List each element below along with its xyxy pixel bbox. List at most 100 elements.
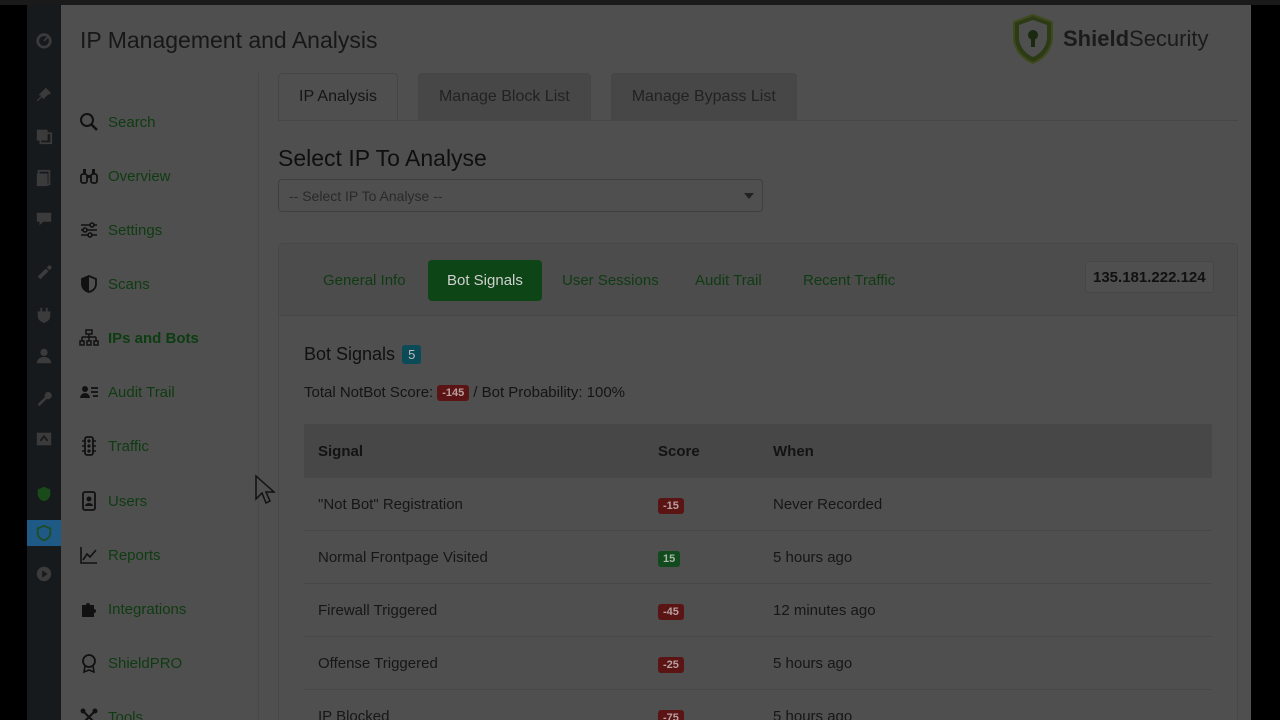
appearance-icon[interactable] xyxy=(27,260,61,286)
table-header-row: Signal Score When xyxy=(304,424,1212,478)
tab-manage-bypass-list[interactable]: Manage Bypass List xyxy=(610,73,797,120)
bot-signals-heading: Bot Signals 5 xyxy=(304,344,422,365)
play-icon[interactable] xyxy=(27,561,61,587)
chevron-down-icon xyxy=(744,193,754,199)
diagram-icon xyxy=(79,329,99,346)
total-score-badge: -145 xyxy=(437,384,470,401)
signal-cell: Normal Frontpage Visited xyxy=(318,548,488,566)
when-cell: 5 hours ago xyxy=(773,654,853,672)
ip-address-badge: 135.181.222.124 xyxy=(1085,261,1214,293)
bot-probability-text: / Bot Probability: 100% xyxy=(473,384,626,401)
shield-half-icon xyxy=(81,275,97,293)
sidebar-item-label: Scans xyxy=(108,275,150,293)
sidebar-item-shieldpro[interactable]: ShieldPRO xyxy=(79,648,182,678)
page-title: IP Management and Analysis xyxy=(80,27,378,53)
signal-cell: IP Blocked xyxy=(318,707,390,720)
table-row: "Not Bot" Registration -15 Never Recorde… xyxy=(304,478,1212,531)
score-cell: -15 xyxy=(644,496,759,514)
subtab-audit-trail[interactable]: Audit Trail xyxy=(676,260,781,301)
score-badge: -25 xyxy=(658,656,684,673)
shield-green-icon[interactable] xyxy=(27,481,61,507)
shield-security-logo[interactable]: ShieldSecurity xyxy=(1011,13,1209,65)
sidebar-item-label: Users xyxy=(108,492,148,510)
puzzle-icon xyxy=(82,603,96,617)
sidebar-item-label: IPs and Bots xyxy=(108,329,199,347)
score-cell: -25 xyxy=(644,655,759,673)
mouse-cursor-icon xyxy=(255,474,276,505)
binoculars-icon xyxy=(80,169,98,184)
bot-signals-table: Signal Score When "Not Bot" Registration… xyxy=(304,424,1212,720)
plugin-sidebar: Search Overview Settings Scans IPs and B… xyxy=(61,73,259,720)
column-header-signal[interactable]: Signal xyxy=(304,443,644,460)
media-icon[interactable] xyxy=(27,123,61,149)
users-icon[interactable] xyxy=(27,343,61,369)
sidebar-item-label: Reports xyxy=(108,546,161,564)
sidebar-item-audit-trail[interactable]: Audit Trail xyxy=(79,377,175,407)
person-badge-icon xyxy=(82,491,96,511)
subtab-bot-signals[interactable]: Bot Signals xyxy=(428,260,542,301)
when-cell: Never Recorded xyxy=(773,495,883,513)
column-header-when[interactable]: When xyxy=(759,443,1212,460)
pages-icon[interactable] xyxy=(27,165,61,191)
subtab-recent-traffic[interactable]: Recent Traffic xyxy=(784,260,914,301)
signal-cell: Firewall Triggered xyxy=(318,601,438,619)
sidebar-item-overview[interactable]: Overview xyxy=(79,161,171,191)
sidebar-item-label: ShieldPRO xyxy=(108,654,183,672)
tab-divider xyxy=(278,120,1238,121)
sidebar-item-reports[interactable]: Reports xyxy=(79,540,161,570)
signal-cell: Offense Triggered xyxy=(318,654,438,672)
search-icon xyxy=(80,113,98,131)
sidebar-item-label: Traffic xyxy=(108,437,149,455)
sidebar-item-traffic[interactable]: Traffic xyxy=(79,431,149,461)
when-cell: 5 hours ago xyxy=(773,548,853,566)
table-row: Offense Triggered -25 5 hours ago xyxy=(304,637,1212,690)
sidebar-item-scans[interactable]: Scans xyxy=(79,269,150,299)
sidebar-item-label: Search xyxy=(108,113,156,131)
bot-signals-title: Bot Signals xyxy=(304,344,396,364)
subtab-general-info[interactable]: General Info xyxy=(304,260,425,301)
tools-wp-icon[interactable] xyxy=(27,385,61,411)
score-summary: Total NotBot Score: -145 / Bot Probabili… xyxy=(304,384,625,401)
tab-manage-block-list[interactable]: Manage Block List xyxy=(417,73,591,120)
sidebar-item-search[interactable]: Search xyxy=(79,107,156,137)
table-row: Firewall Triggered -45 12 minutes ago xyxy=(304,584,1212,637)
dashboard-icon[interactable] xyxy=(27,27,61,53)
score-badge: -75 xyxy=(658,709,684,720)
sidebar-item-label: Integrations xyxy=(108,600,187,618)
person-lines-icon xyxy=(80,386,98,398)
sliders-icon xyxy=(81,222,97,238)
tab-bar: IP Analysis Manage Block List Manage Byp… xyxy=(278,73,817,120)
ip-select-placeholder: -- Select IP To Analyse -- xyxy=(289,187,443,204)
plugins-icon[interactable] xyxy=(27,302,61,328)
wp-admin-menu xyxy=(27,5,61,720)
subtab-user-sessions[interactable]: User Sessions xyxy=(543,260,678,301)
sidebar-item-tools[interactable]: Tools xyxy=(79,702,143,720)
tools-icon xyxy=(80,708,98,720)
column-header-score[interactable]: Score xyxy=(644,443,759,460)
pin-icon[interactable] xyxy=(27,82,61,108)
sidebar-item-settings[interactable]: Settings xyxy=(79,215,162,245)
shield-security-menu-icon[interactable] xyxy=(27,520,61,546)
sidebar-item-label: Tools xyxy=(108,708,144,720)
tab-ip-analysis[interactable]: IP Analysis xyxy=(278,73,398,120)
score-label: Total NotBot Score: xyxy=(304,384,434,401)
signal-count-badge: 5 xyxy=(402,345,422,364)
settings-wp-icon[interactable] xyxy=(27,426,61,452)
graph-up-icon xyxy=(80,547,97,564)
window-right-edge xyxy=(1251,5,1280,720)
sidebar-item-ips-and-bots[interactable]: IPs and Bots xyxy=(79,323,199,353)
score-cell: -45 xyxy=(644,602,759,620)
score-badge: -45 xyxy=(658,603,684,620)
score-cell: 15 xyxy=(644,549,759,567)
ip-select-dropdown[interactable]: -- Select IP To Analyse -- xyxy=(278,179,763,212)
ip-analysis-card: General Info Bot Signals User Sessions A… xyxy=(278,243,1238,720)
page-header: IP Management and Analysis ShieldSecurit… xyxy=(61,5,1251,73)
sidebar-item-users[interactable]: Users xyxy=(79,486,147,516)
sidebar-item-integrations[interactable]: Integrations xyxy=(79,594,186,624)
select-ip-heading: Select IP To Analyse xyxy=(278,145,487,171)
when-cell: 12 minutes ago xyxy=(773,601,876,619)
score-badge: -15 xyxy=(658,497,684,514)
comments-icon[interactable] xyxy=(27,206,61,232)
brand-name: ShieldSecurity xyxy=(1063,26,1209,51)
sidebar-item-label: Settings xyxy=(108,221,163,239)
